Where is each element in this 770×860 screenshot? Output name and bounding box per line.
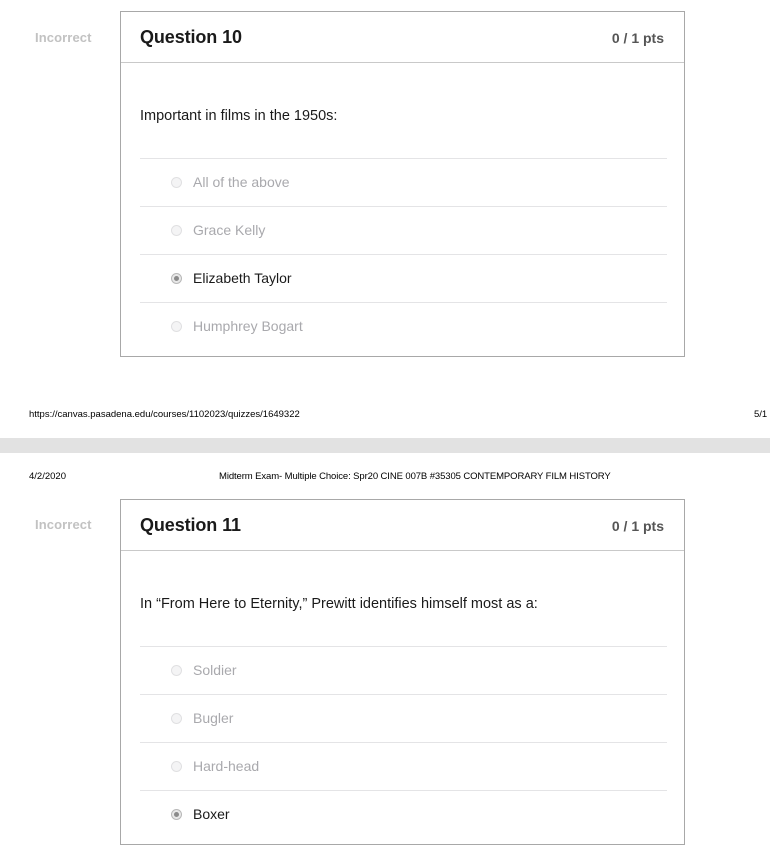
radio-button-icon[interactable]	[171, 225, 182, 236]
header-date: 4/2/2020	[29, 471, 66, 482]
question-points-q11: 0 / 1 pts	[611, 518, 664, 534]
answer-divider	[140, 742, 667, 743]
answer-label: Bugler	[193, 710, 234, 726]
question-header-q11: Question 11 0 / 1 pts	[121, 500, 684, 551]
print-footer-page-one: https://canvas.pasadena.edu/courses/1102…	[0, 406, 770, 426]
radio-button-icon[interactable]	[171, 321, 182, 332]
question-points-q10: 0 / 1 pts	[611, 30, 664, 46]
radio-button-icon[interactable]	[171, 177, 182, 188]
question-card-q11: Question 11 0 / 1 pts In “From Here to E…	[120, 499, 685, 845]
answer-row[interactable]: Boxer	[121, 790, 686, 838]
question-prompt-q10: Important in films in the 1950s:	[140, 108, 338, 124]
answer-label: Boxer	[193, 806, 230, 822]
answer-divider	[140, 302, 667, 303]
answer-divider	[140, 254, 667, 255]
question-title-q10: Question 10	[140, 27, 242, 47]
footer-page-marker: 5/1	[754, 409, 768, 420]
answer-label: All of the above	[193, 174, 290, 190]
answer-row[interactable]: Hard-head	[121, 742, 686, 790]
print-header-page-two: 4/2/2020 Midterm Exam- Multiple Choice: …	[0, 468, 770, 488]
answer-row[interactable]: Soldier	[121, 646, 686, 694]
question-card-q10: Question 10 0 / 1 pts Important in films…	[120, 11, 685, 357]
answer-label: Humphrey Bogart	[193, 318, 303, 334]
answer-divider	[140, 206, 667, 207]
radio-button-icon[interactable]	[171, 665, 182, 676]
page-separator-band	[0, 438, 770, 453]
answer-row[interactable]: Elizabeth Taylor	[121, 254, 686, 302]
footer-source-url: https://canvas.pasadena.edu/courses/1102…	[29, 409, 300, 420]
answer-row[interactable]: Bugler	[121, 694, 686, 742]
answer-label: Hard-head	[193, 758, 260, 774]
answer-row[interactable]: Humphrey Bogart	[121, 302, 686, 350]
answer-label: Soldier	[193, 662, 237, 678]
radio-button-selected-icon[interactable]	[171, 273, 182, 284]
answer-label: Grace Kelly	[193, 222, 266, 238]
answer-divider	[140, 646, 667, 647]
answer-divider	[140, 790, 667, 791]
question-header-q10: Question 10 0 / 1 pts	[121, 12, 684, 63]
printed-page-two: 4/2/2020 Midterm Exam- Multiple Choice: …	[0, 453, 770, 860]
printed-page-one: Incorrect Question 10 0 / 1 pts Importan…	[0, 0, 770, 438]
incorrect-flag-q10: Incorrect	[35, 30, 92, 45]
header-document-title: Midterm Exam- Multiple Choice: Spr20 CIN…	[219, 471, 611, 482]
answer-row[interactable]: All of the above	[121, 158, 686, 206]
radio-button-icon[interactable]	[171, 713, 182, 724]
question-title-q11: Question 11	[140, 515, 241, 535]
incorrect-flag-q11: Incorrect	[35, 517, 92, 532]
answer-row[interactable]: Grace Kelly	[121, 206, 686, 254]
question-prompt-q11: In “From Here to Eternity,” Prewitt iden…	[140, 596, 538, 612]
answer-label: Elizabeth Taylor	[193, 270, 292, 286]
answer-options-q11: Soldier Bugler Hard-head Boxer	[121, 646, 686, 838]
radio-button-selected-icon[interactable]	[171, 809, 182, 820]
question-body-q10: Important in films in the 1950s: All of …	[121, 63, 684, 357]
answer-options-q10: All of the above Grace Kelly Elizabeth T…	[121, 158, 686, 350]
answer-divider	[140, 694, 667, 695]
radio-button-icon[interactable]	[171, 761, 182, 772]
question-body-q11: In “From Here to Eternity,” Prewitt iden…	[121, 551, 684, 845]
answer-divider	[140, 158, 667, 159]
